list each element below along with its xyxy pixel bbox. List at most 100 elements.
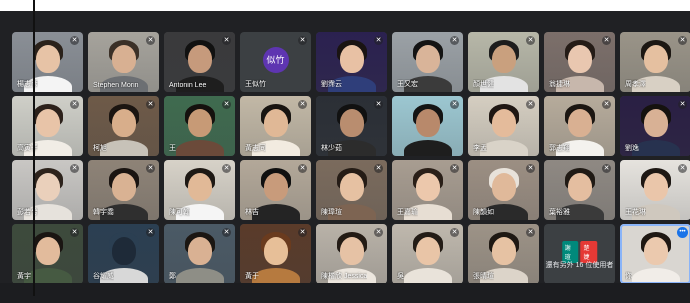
participant-tile[interactable]: ✕ 林少茹 — [316, 96, 387, 156]
participant-name: 韓宇喬 — [93, 209, 114, 216]
participant-tile[interactable]: ✕ 顏世健 — [468, 32, 539, 92]
participant-tile[interactable]: ✕ 高寅子 — [12, 96, 83, 156]
mic-off-icon: ✕ — [526, 228, 535, 237]
mic-off-icon: ✕ — [374, 36, 383, 45]
mic-off-icon: ✕ — [222, 164, 231, 173]
participant-face — [415, 45, 440, 74]
mic-off-icon: ✕ — [450, 36, 459, 45]
participant-tile[interactable]: ✕ 林吉 — [240, 160, 311, 220]
participant-face — [35, 173, 60, 202]
participant-tile[interactable]: ✕ 劉霈云 — [316, 32, 387, 92]
participant-tile[interactable]: ✕ 黃志同 — [240, 96, 311, 156]
mic-off-icon: ✕ — [678, 36, 687, 45]
mic-off-icon: ✕ — [374, 100, 383, 109]
participant-tile[interactable]: ✕ 李孟 — [468, 96, 539, 156]
participant-tile[interactable]: ✕ 王又宏 — [392, 32, 463, 92]
participant-tile[interactable]: ✕ 黃宇 — [12, 224, 83, 284]
participant-body — [175, 140, 224, 156]
participant-tile[interactable]: ✕ 陳可翰 — [164, 160, 235, 220]
mic-off-icon: ✕ — [146, 228, 155, 237]
participant-name: 王 — [169, 145, 176, 152]
participant-face — [491, 45, 516, 74]
participant-face — [415, 237, 440, 266]
mic-off-icon: ✕ — [374, 164, 383, 173]
mic-off-icon: ✕ — [70, 100, 79, 109]
mic-off-icon: ✕ — [222, 100, 231, 109]
participant-tile[interactable]: ✕ 陳韻如 — [468, 160, 539, 220]
participant-face — [111, 173, 136, 202]
mic-off-icon: ✕ — [678, 164, 687, 173]
mic-off-icon: ✕ — [526, 100, 535, 109]
mic-off-icon: ✕ — [374, 228, 383, 237]
participant-body — [175, 268, 224, 284]
participant-tile[interactable]: ✕ 楊志彥 — [12, 32, 83, 92]
participant-tile[interactable]: ✕ Antonin Lee — [164, 32, 235, 92]
participant-tile[interactable]: ✕ 王 — [164, 96, 235, 156]
self-view-tile[interactable]: ••• 你 — [620, 224, 690, 284]
participant-tile[interactable]: ✕ 陳瑋瑄 — [316, 160, 387, 220]
participant-tile[interactable]: ✕ 王嘉瑜 — [392, 160, 463, 220]
mic-off-icon: ✕ — [602, 36, 611, 45]
participant-tile[interactable]: ✕ 吳 — [392, 224, 463, 284]
participant-tile[interactable]: ✕ 谷耀威 — [88, 224, 159, 284]
mic-off-icon: ✕ — [222, 36, 231, 45]
participant-name: 葉裕雅 — [549, 209, 570, 216]
participant-tile[interactable]: ✕ 葉裕雅 — [544, 160, 615, 220]
participant-face — [339, 173, 364, 202]
participant-body — [403, 140, 452, 156]
participant-tile[interactable]: ✕ 周孝澤 — [620, 32, 690, 92]
participant-face — [187, 173, 212, 202]
mic-off-icon: ✕ — [678, 100, 687, 109]
participant-face — [491, 237, 516, 266]
mic-off-icon: ✕ — [298, 164, 307, 173]
mic-off-icon: ✕ — [526, 36, 535, 45]
participant-face — [35, 109, 60, 138]
participant-face — [567, 45, 592, 74]
participant-name: 顏世健 — [473, 81, 494, 88]
participant-face — [339, 109, 364, 138]
participant-face — [567, 109, 592, 138]
participant-name: 劉逸 — [625, 145, 639, 152]
participant-name: 李孟 — [473, 145, 487, 152]
participant-name: 王又宏 — [397, 81, 418, 88]
participant-tile[interactable]: ✕ 郭志翔 — [544, 96, 615, 156]
participant-name: 吳 — [397, 273, 404, 280]
mic-off-icon: ✕ — [450, 164, 459, 173]
participant-face — [263, 109, 288, 138]
participant-name: 黃宇 — [17, 273, 31, 280]
participant-tile[interactable]: ✕ 柯旭 — [88, 96, 159, 156]
participant-face — [263, 173, 288, 202]
participant-tile[interactable]: ✕ 黃于 — [240, 224, 311, 284]
participant-name: 鄭 — [169, 273, 176, 280]
participant-tile[interactable]: ✕ 張晴瑄 — [468, 224, 539, 284]
participant-name: Antonin Lee — [169, 82, 207, 89]
participant-tile[interactable]: ✕ Stephen Morin — [88, 32, 159, 92]
participant-face — [643, 109, 668, 138]
participant-tile[interactable]: ✕ 韓宇喬 — [88, 160, 159, 220]
participant-tile[interactable]: ✕ 鄭 — [164, 224, 235, 284]
participant-tile[interactable]: 似竹 ✕ 王似竹 — [240, 32, 311, 92]
participant-face — [643, 45, 668, 74]
participant-tile[interactable]: ✕ 陳楷欣 Jessica — [316, 224, 387, 284]
participant-name: 劉霈云 — [321, 81, 342, 88]
participant-name: 黃于 — [245, 273, 259, 280]
participant-face — [491, 173, 516, 202]
participant-avatar: 似竹 — [262, 47, 289, 73]
participant-tile[interactable]: ✕ 王花琳 — [620, 160, 690, 220]
participant-name: 谷耀威 — [93, 273, 114, 280]
participant-name: 林吉 — [245, 209, 259, 216]
participant-tile[interactable]: ✕ — [392, 96, 463, 156]
participant-tile[interactable]: ✕ 翁捷琳 — [544, 32, 615, 92]
mic-off-icon: ✕ — [298, 36, 307, 45]
participant-name: 王似竹 — [245, 81, 266, 88]
participant-name: 陳楷欣 Jessica — [321, 273, 368, 280]
participant-name: 周孝澤 — [625, 81, 646, 88]
mic-off-icon: ✕ — [602, 164, 611, 173]
meeting-bottom-bar — [0, 283, 690, 303]
participant-face — [111, 237, 136, 266]
mic-off-icon: ✕ — [526, 164, 535, 173]
more-participants-tile[interactable]: 謝瑄 楚婕 還有另外 16 位使用者 — [544, 224, 615, 284]
participant-tile[interactable]: ✕ 彭若兮 — [12, 160, 83, 220]
participant-face — [111, 45, 136, 74]
participant-tile[interactable]: ✕ 劉逸 — [620, 96, 690, 156]
